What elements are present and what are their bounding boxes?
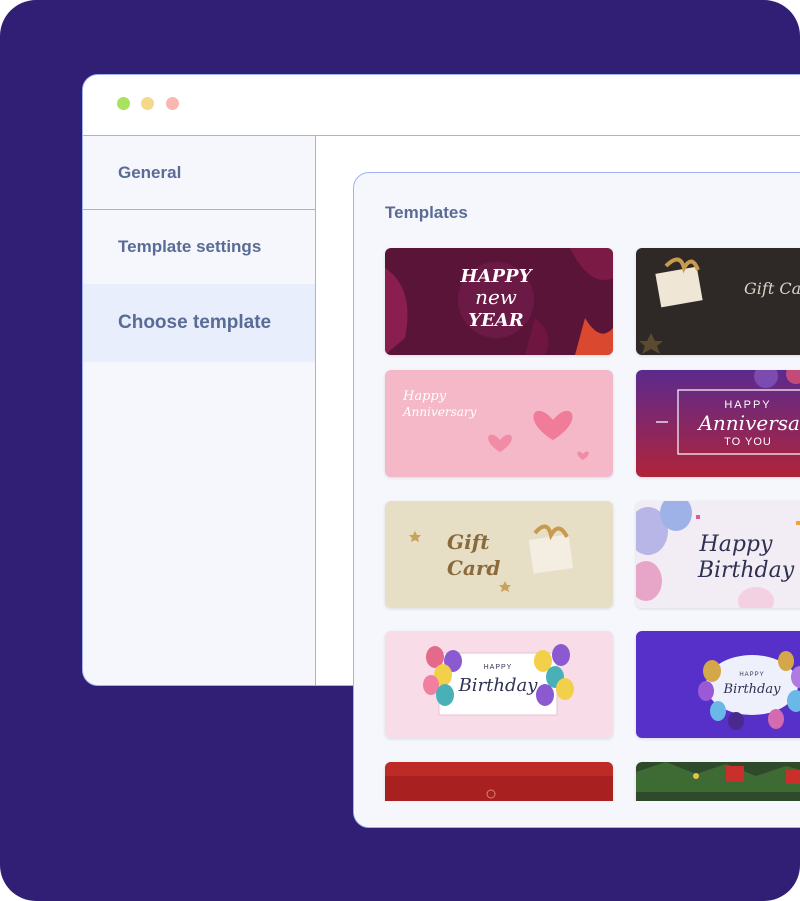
sidebar-item-template-settings[interactable]: Template settings [83, 211, 315, 283]
templates-title: Templates [385, 203, 468, 222]
sidebar-item-general[interactable]: General [83, 136, 315, 210]
template-card-gift-card-gold[interactable]: Gift Card [385, 501, 613, 608]
card-text: Birthday [723, 682, 782, 697]
happy-birthday-balloons-artwork: Happy Birthday [636, 501, 800, 608]
window-titlebar [83, 75, 800, 136]
card-text: Birthday [697, 558, 795, 583]
card-text: HAPPY [484, 664, 513, 671]
happy-anniversary-pink-artwork: Happy Anniversary [385, 370, 613, 477]
card-text: Card [447, 556, 500, 580]
sidebar-item-label: Choose template [118, 312, 272, 333]
sidebar-item-label: General [118, 162, 182, 182]
sidebar-item-label: Template settings [118, 237, 262, 256]
close-window-dot[interactable] [166, 97, 179, 110]
happy-birthday-pink-artwork: HAPPY Birthday [385, 631, 613, 738]
card-text: Gift [447, 530, 490, 554]
happy-anniversary-purple-artwork: HAPPY Anniversar TO YOU [636, 370, 800, 477]
gift-card-gold-artwork: Gift Card [385, 501, 613, 608]
card-text: TO YOU [724, 436, 772, 448]
page-background: General Template settings Choose templat… [0, 0, 800, 901]
template-card-happy-birthday-pink[interactable]: HAPPY Birthday [385, 631, 613, 738]
card-text: YEAR [468, 310, 524, 331]
gift-card-dark-artwork: Gift Ca [636, 248, 800, 355]
card-text: new [475, 285, 517, 309]
card-text: HAPPY [460, 266, 534, 287]
card-text: Gift Ca [744, 279, 800, 298]
settings-sidebar: General Template settings Choose templat… [83, 136, 316, 685]
card-text: Happy [402, 389, 447, 404]
template-card-happy-anniversary-purple[interactable]: HAPPY Anniversar TO YOU [636, 370, 800, 477]
template-card-gift-card-dark[interactable]: Gift Ca [636, 248, 800, 355]
template-card-happy-birthday-purple[interactable]: HAPPY Birthday [636, 631, 800, 738]
card-text: Birthday [458, 675, 539, 696]
card-text: HAPPY [724, 399, 771, 411]
card-text: HAPPY [739, 672, 764, 678]
happy-new-year-artwork: HAPPY new YEAR [385, 248, 613, 355]
card-text: Happy [699, 532, 773, 557]
sidebar-item-choose-template[interactable]: Choose template [83, 284, 315, 362]
template-card-happy-anniversary-pink[interactable]: Happy Anniversary [385, 370, 613, 477]
template-card-happy-new-year[interactable]: HAPPY new YEAR [385, 248, 613, 355]
panel-bottom-edge [354, 801, 800, 827]
minimize-window-dot[interactable] [141, 97, 154, 110]
card-text: Anniversary [402, 405, 477, 419]
card-text: Anniversar [696, 411, 800, 435]
maximize-window-dot[interactable] [117, 97, 130, 110]
happy-birthday-purple-artwork: HAPPY Birthday [636, 631, 800, 738]
template-card-happy-birthday-balloons[interactable]: Happy Birthday [636, 501, 800, 608]
templates-panel: Templates HAPPY new YEAR Gift Ca Happy A… [353, 172, 800, 828]
